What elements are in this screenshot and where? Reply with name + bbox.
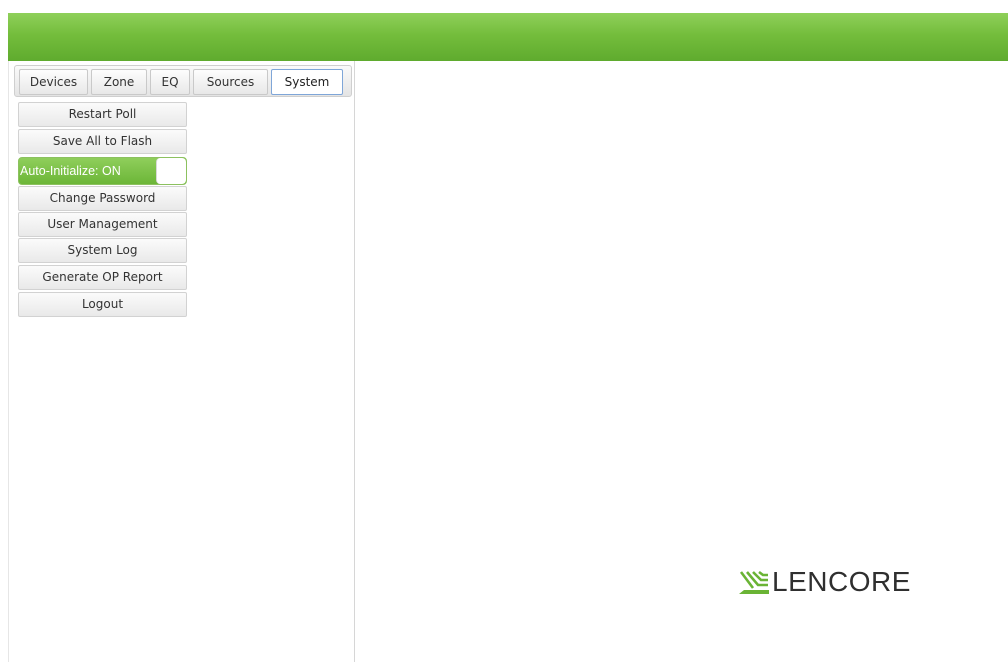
tab-devices[interactable]: Devices <box>19 69 88 95</box>
tab-eq[interactable]: EQ <box>150 69 190 95</box>
tab-bar: Devices Zone EQ Sources System <box>14 65 352 97</box>
save-all-to-flash-button[interactable]: Save All to Flash <box>18 129 187 154</box>
tab-sources[interactable]: Sources <box>193 69 268 95</box>
auto-initialize-toggle[interactable]: Auto-Initialize: ON <box>18 157 187 185</box>
logo-text: LENCORE <box>772 566 911 597</box>
system-log-button[interactable]: System Log <box>18 238 187 263</box>
tab-zone[interactable]: Zone <box>91 69 147 95</box>
header-bar <box>8 13 1008 61</box>
toggle-knob[interactable] <box>156 158 186 184</box>
restart-poll-button[interactable]: Restart Poll <box>18 102 187 127</box>
generate-op-report-button[interactable]: Generate OP Report <box>18 265 187 290</box>
change-password-button[interactable]: Change Password <box>18 186 187 211</box>
auto-initialize-label: Auto-Initialize: ON <box>20 164 121 178</box>
sidebar-panel: Devices Zone EQ Sources System Restart P… <box>8 61 355 662</box>
tab-system[interactable]: System <box>271 69 343 95</box>
logout-button[interactable]: Logout <box>18 292 187 317</box>
user-management-button[interactable]: User Management <box>18 212 187 237</box>
lencore-wave-icon <box>739 570 769 594</box>
lencore-logo: LENCORE <box>739 566 911 598</box>
